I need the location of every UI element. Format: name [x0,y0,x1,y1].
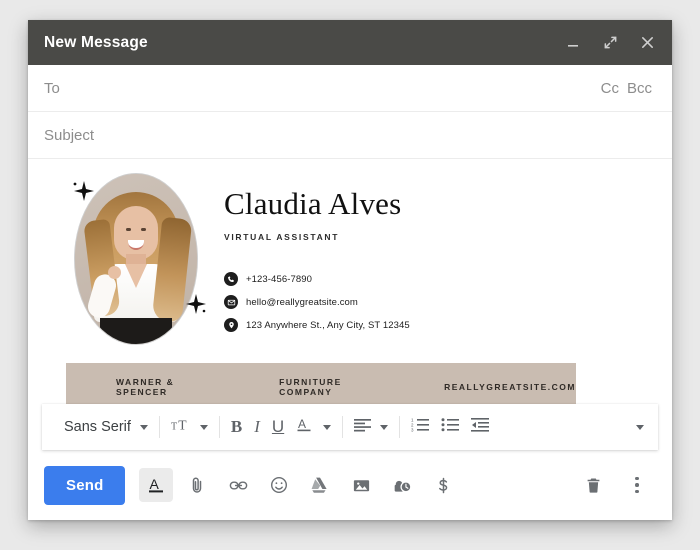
insert-photo-icon [352,476,371,495]
banner-item-3: REALLYGREATSITE.COM [444,382,576,392]
svg-text:A: A [298,417,306,431]
window-controls [564,34,656,52]
page-title: New Message [44,33,148,51]
action-bar-right [576,468,654,502]
formatting-options-icon: A [146,475,166,495]
bold-button[interactable]: B [225,412,248,442]
confidential-mode-button[interactable] [385,468,419,502]
compose-header: New Message [28,20,672,65]
confidential-mode-icon [392,475,413,496]
google-drive-icon [310,475,330,495]
svg-text:T: T [171,421,177,432]
signature-role: VIRTUAL ASSISTANT [224,232,340,243]
contact-email: hello@reallygreatsite.com [224,295,410,310]
divider [342,416,344,438]
send-button[interactable]: Send [44,465,126,505]
close-icon [640,35,655,50]
contact-email-text: hello@reallygreatsite.com [246,296,358,308]
italic-button[interactable]: I [248,412,266,442]
numbered-list-button[interactable]: 1 2 3 [405,412,435,442]
close-button[interactable] [638,34,656,52]
attach-file-icon [187,475,207,495]
expand-icon [603,35,618,50]
minimize-icon [566,36,580,50]
phone-icon [224,272,238,287]
font-family-label: Sans Serif [64,419,131,435]
chevron-down-icon [199,424,208,430]
bold-icon: B [230,417,243,436]
insert-link-icon [228,475,249,496]
font-size-icon: T T [171,416,191,439]
font-size-dropdown[interactable]: T T [165,412,214,442]
insert-photo-button[interactable] [344,468,378,502]
to-field-row[interactable]: To Cc Bcc [28,65,672,112]
signature-photo [73,173,206,345]
signature-banner: WARNER & SPENCER FURNITURE COMPANY REALL… [66,363,576,404]
bulleted-list-icon [441,417,460,437]
bcc-button[interactable]: Bcc [627,80,652,97]
contact-address: 123 Anywhere St., Any City, ST 12345 [224,318,410,333]
divider [218,416,220,438]
trash-icon [584,476,603,495]
google-drive-button[interactable] [303,468,337,502]
compose-window: New Message To Cc Bcc Subject Claudia Al… [28,20,672,520]
font-family-dropdown[interactable]: Sans Serif [50,412,154,442]
bulleted-list-button[interactable] [435,412,465,442]
indent-decrease-icon [471,417,490,437]
chevron-down-icon [139,424,148,430]
toolbar-more-button[interactable] [630,412,650,442]
svg-text:3: 3 [411,428,414,433]
underline-button[interactable]: U [266,412,290,442]
svg-text:A: A [150,476,160,492]
chevron-down-icon [323,424,332,430]
indent-less-button[interactable] [465,412,495,442]
message-body[interactable]: Claudia Alves VIRTUAL ASSISTANT +123-456… [28,159,672,404]
more-options-button[interactable] [620,468,654,502]
location-pin-icon [224,318,238,333]
avatar [74,173,198,345]
insert-money-button[interactable] [426,468,460,502]
text-color-button[interactable]: A [290,412,337,442]
chevron-down-icon [380,424,389,430]
signature-name: Claudia Alves [224,186,402,221]
contact-phone-text: +123-456-7890 [246,273,313,285]
more-options-icon [635,476,639,494]
formatting-options-button[interactable]: A [139,468,174,502]
contact-address-text: 123 Anywhere St., Any City, ST 12345 [246,319,410,331]
email-signature: Claudia Alves VIRTUAL ASSISTANT +123-456… [28,159,672,404]
discard-draft-button[interactable] [576,468,610,502]
envelope-icon [224,295,238,310]
numbered-list-icon: 1 2 3 [411,417,430,437]
chevron-down-icon [636,424,644,430]
subject-field-row[interactable]: Subject [28,112,672,159]
expand-button[interactable] [601,34,619,52]
insert-tools: A [139,468,460,502]
banner-item-2: FURNITURE COMPANY [279,377,342,397]
insert-emoji-button[interactable] [262,468,296,502]
contact-phone: +123-456-7890 [224,272,410,287]
divider [158,416,160,438]
to-input[interactable]: To [44,80,601,97]
svg-text:T: T [178,417,187,432]
banner-item-1: WARNER & SPENCER [116,377,175,397]
signature-contacts: +123-456-7890 hello@reallygreatsite.com [224,272,410,333]
underline-icon: U [271,417,285,436]
align-left-icon [354,418,372,437]
compose-action-bar: Send A [28,450,672,520]
minimize-button[interactable] [564,34,582,52]
insert-money-icon [434,476,453,495]
text-color-icon: A [296,416,314,439]
divider [399,416,401,438]
align-button[interactable] [348,412,394,442]
insert-link-button[interactable] [221,468,255,502]
attach-file-button[interactable] [180,468,214,502]
formatting-toolbar: Sans Serif T T B I U A 1 2 3 [42,404,658,450]
cc-bcc-group: Cc Bcc [601,80,652,97]
italic-icon: I [254,417,260,436]
subject-input[interactable]: Subject [44,127,652,144]
cc-button[interactable]: Cc [601,80,619,97]
insert-emoji-icon [269,475,289,495]
